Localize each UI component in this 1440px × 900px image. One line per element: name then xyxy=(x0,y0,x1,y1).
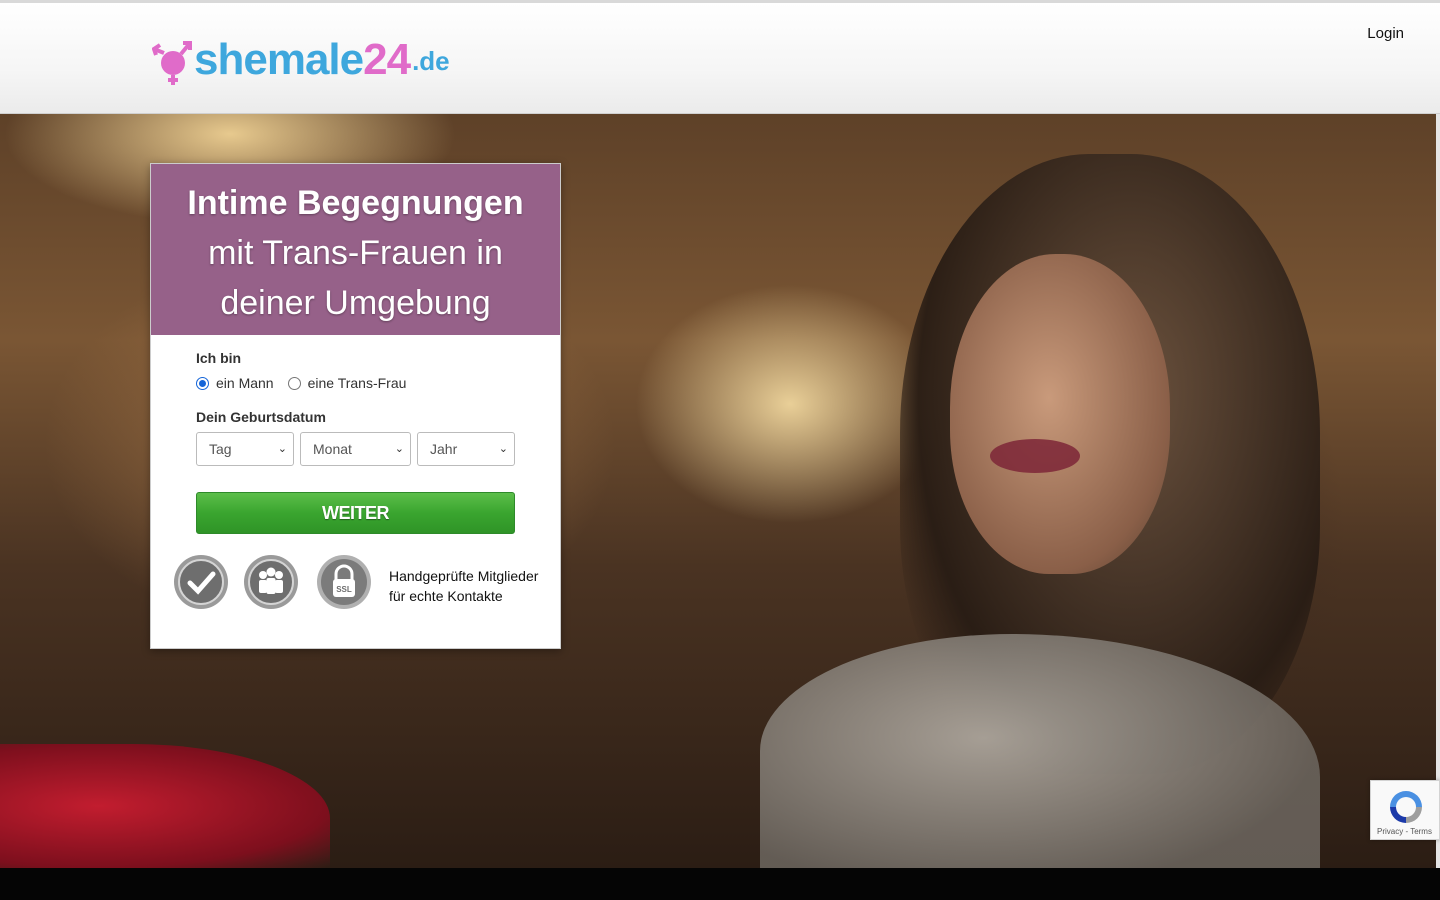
chevron-down-icon: ⌄ xyxy=(498,443,508,455)
radio-man-label: ein Mann xyxy=(216,375,274,391)
dob-label: Dein Geburtsdatum xyxy=(196,409,326,425)
year-select-value: Jahr xyxy=(430,441,458,457)
logo-tld: .de xyxy=(412,46,450,76)
logo-wordmark: shemale24 xyxy=(194,35,411,84)
gender-symbol-icon xyxy=(152,41,192,85)
headline-bold: Intime Begegnungen xyxy=(187,184,524,222)
dob-selects: Tag ⌄ Monat ⌄ Jahr ⌄ xyxy=(196,432,516,466)
recaptcha-logo-icon xyxy=(1390,791,1422,823)
headline-line-2: mit Trans-Frauen in xyxy=(208,234,503,272)
login-link[interactable]: Login xyxy=(1367,25,1404,42)
headline-line-3: deiner Umgebung xyxy=(220,284,491,322)
recaptcha-badge[interactable]: Privacy - Terms xyxy=(1370,780,1440,840)
chevron-down-icon: ⌄ xyxy=(394,443,404,455)
signup-headline: Intime Begegnungen mit Trans-Frauen in d… xyxy=(151,164,560,335)
members-seal-icon xyxy=(244,555,298,609)
signup-card: Intime Begegnungen mit Trans-Frauen in d… xyxy=(150,163,561,649)
bottom-bar xyxy=(0,868,1440,900)
check-seal-icon xyxy=(174,555,228,609)
day-select-value: Tag xyxy=(209,441,232,457)
iam-label: Ich bin xyxy=(196,350,242,366)
radio-option-trans-woman[interactable]: eine Trans-Frau xyxy=(287,375,407,391)
site-logo[interactable]: shemale24 .de xyxy=(152,33,450,87)
signup-form: Ich bin ein Mann eine Trans-Frau Dein Ge… xyxy=(196,350,516,534)
gender-radio-group: ein Mann eine Trans-Frau xyxy=(196,375,516,391)
weiter-button[interactable]: WEITER xyxy=(196,492,515,534)
hero-sequin-fabric xyxy=(0,744,330,868)
radio-option-man[interactable]: ein Mann xyxy=(196,375,274,391)
radio-man[interactable] xyxy=(196,376,209,390)
hero-lips xyxy=(990,439,1080,473)
month-select-value: Monat xyxy=(313,441,352,457)
radio-trans-woman-label: eine Trans-Frau xyxy=(307,375,407,391)
chevron-down-icon: ⌄ xyxy=(277,443,287,455)
hero-face xyxy=(950,254,1170,574)
trust-badges: SSL Handgeprüfte Mitglieder für echte Ko… xyxy=(173,554,543,634)
scrollbar-track[interactable] xyxy=(1436,114,1440,868)
trust-text: Handgeprüfte Mitglieder für echte Kontak… xyxy=(389,568,539,604)
ssl-lock-icon: SSL xyxy=(317,555,371,609)
radio-trans-woman[interactable] xyxy=(287,376,301,390)
svg-text:SSL: SSL xyxy=(336,585,352,594)
month-select[interactable]: Monat ⌄ xyxy=(300,432,411,466)
recaptcha-links[interactable]: Privacy - Terms xyxy=(1377,827,1432,836)
site-header: shemale24 .de Login xyxy=(0,0,1440,114)
year-select[interactable]: Jahr ⌄ xyxy=(417,432,515,466)
day-select[interactable]: Tag ⌄ xyxy=(196,432,294,466)
